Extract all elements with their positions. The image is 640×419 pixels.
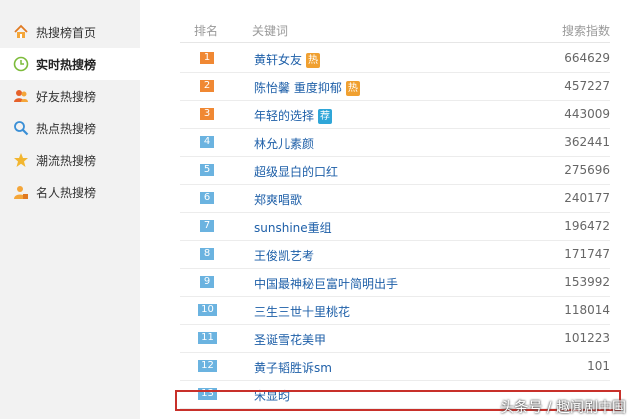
table-row: 4 林允儿素颜 362441 [180,129,610,157]
keyword-link[interactable]: 郑爽唱歌 [254,191,302,208]
sidebar-item-hotspot[interactable]: 热点热搜榜 [0,112,140,144]
table-row: 12 黄子韬胜诉sm 101 [180,353,610,381]
sidebar-item-label: 热点热搜榜 [36,121,97,136]
sidebar-item-trend[interactable]: 潮流热搜榜 [0,144,140,176]
table-row: 10 三生三世十里桃花 118014 [180,297,610,325]
rank-badge: 9 [200,276,214,288]
table-row: 2 陈怡馨 重度抑郁热 457227 [180,73,610,101]
hot-badge: 热 [306,53,321,68]
keyword-link[interactable]: 黄子韬胜诉sm [254,359,332,376]
keyword-text: 陈怡馨 重度抑郁 [254,81,342,95]
sidebar-item-label: 名人热搜榜 [36,185,97,200]
rank-badge: 4 [200,136,214,148]
rank-badge: 6 [200,192,214,204]
rank-badge: 2 [200,80,214,92]
keyword-link[interactable]: 年轻的选择荐 [254,107,333,124]
keyword-link[interactable]: 王俊凯艺考 [254,247,314,264]
header-index: 搜索指数 [561,24,610,38]
rank-badge: 12 [198,360,217,372]
recommend-badge: 荐 [318,109,333,124]
header-keyword: 关键词 [252,24,289,38]
table-row: 7 sunshine重组 196472 [180,213,610,241]
keyword-text: 年轻的选择 [254,109,315,123]
keyword-link[interactable]: 林允儿素颜 [254,135,314,152]
rank-badge: 7 [200,220,214,232]
search-index: 275696 [564,163,610,177]
hot-badge: 热 [345,81,360,96]
sidebar-item-label: 好友热搜榜 [36,89,97,104]
sidebar-item-friends[interactable]: 好友热搜榜 [0,80,140,112]
table-row: 5 超级显白的口红 275696 [180,157,610,185]
search-index: 101223 [564,331,610,345]
rank-badge: 3 [200,108,214,120]
keyword-link[interactable]: 三生三世十里桃花 [254,303,350,320]
search-index: 101 [587,359,610,373]
rank-badge: 10 [198,304,217,316]
table-row: 6 郑爽唱歌 240177 [180,185,610,213]
rank-badge: 8 [200,248,214,260]
search-index: 118014 [564,303,610,317]
table-row: 3 年轻的选择荐 443009 [180,101,610,129]
search-index: 171747 [564,247,610,261]
search-index: 443009 [564,107,610,121]
table-row: 9 中国最神秘巨富叶简明出手 153992 [180,269,610,297]
header-rank: 排名 [194,24,219,38]
sidebar-item-celebrity[interactable]: 名人热搜榜 [0,176,140,208]
rank-badge: 11 [198,332,217,344]
table-row: 1 黄轩女友热 664629 [180,45,610,73]
rank-badge: 1 [200,52,214,64]
search-index: 457227 [564,79,610,93]
watermark: 头条号 / 趣闻剧中国 [500,400,626,416]
search-index: 196472 [564,219,610,233]
star-icon [13,152,29,168]
keyword-link[interactable]: 圣诞雪花美甲 [254,331,326,348]
search-index: 362441 [564,135,610,149]
sidebar-item-label: 潮流热搜榜 [36,153,97,168]
table-header: 排名 关键词 搜索指数 [180,16,610,43]
keyword-link[interactable]: 中国最神秘巨富叶简明出手 [254,275,398,292]
search-index: 664629 [564,51,610,65]
sidebar-item-realtime[interactable]: 实时热搜榜 [0,48,140,80]
rank-badge: 5 [200,164,214,176]
keyword-link[interactable]: sunshine重组 [254,219,332,236]
sidebar-item-home[interactable]: 热搜榜首页 [0,16,140,48]
main-panel: 排名 关键词 搜索指数 1 黄轩女友热 664629 2 陈怡馨 重度抑郁热 4… [140,0,640,419]
clock-icon [13,56,29,72]
keyword-link[interactable]: 超级显白的口红 [254,163,338,180]
search-index: 240177 [564,191,610,205]
table-row: 8 王俊凯艺考 171747 [180,241,610,269]
table-row: 11 圣诞雪花美甲 101223 [180,325,610,353]
home-icon [13,24,29,40]
search-index: 153992 [564,275,610,289]
sidebar-item-label: 实时热搜榜 [36,57,97,72]
keyword-link[interactable]: 陈怡馨 重度抑郁热 [254,79,360,96]
friends-icon [13,88,29,104]
sidebar-item-label: 热搜榜首页 [36,25,97,40]
search-icon [13,120,29,136]
keyword-link[interactable]: 黄轩女友热 [254,51,321,68]
sidebar: 热搜榜首页 实时热搜榜 好友热搜榜 热点热搜榜 潮流热搜榜 名人热搜榜 [0,0,140,419]
celebrity-icon [13,184,29,200]
keyword-text: 黄轩女友 [254,53,303,67]
